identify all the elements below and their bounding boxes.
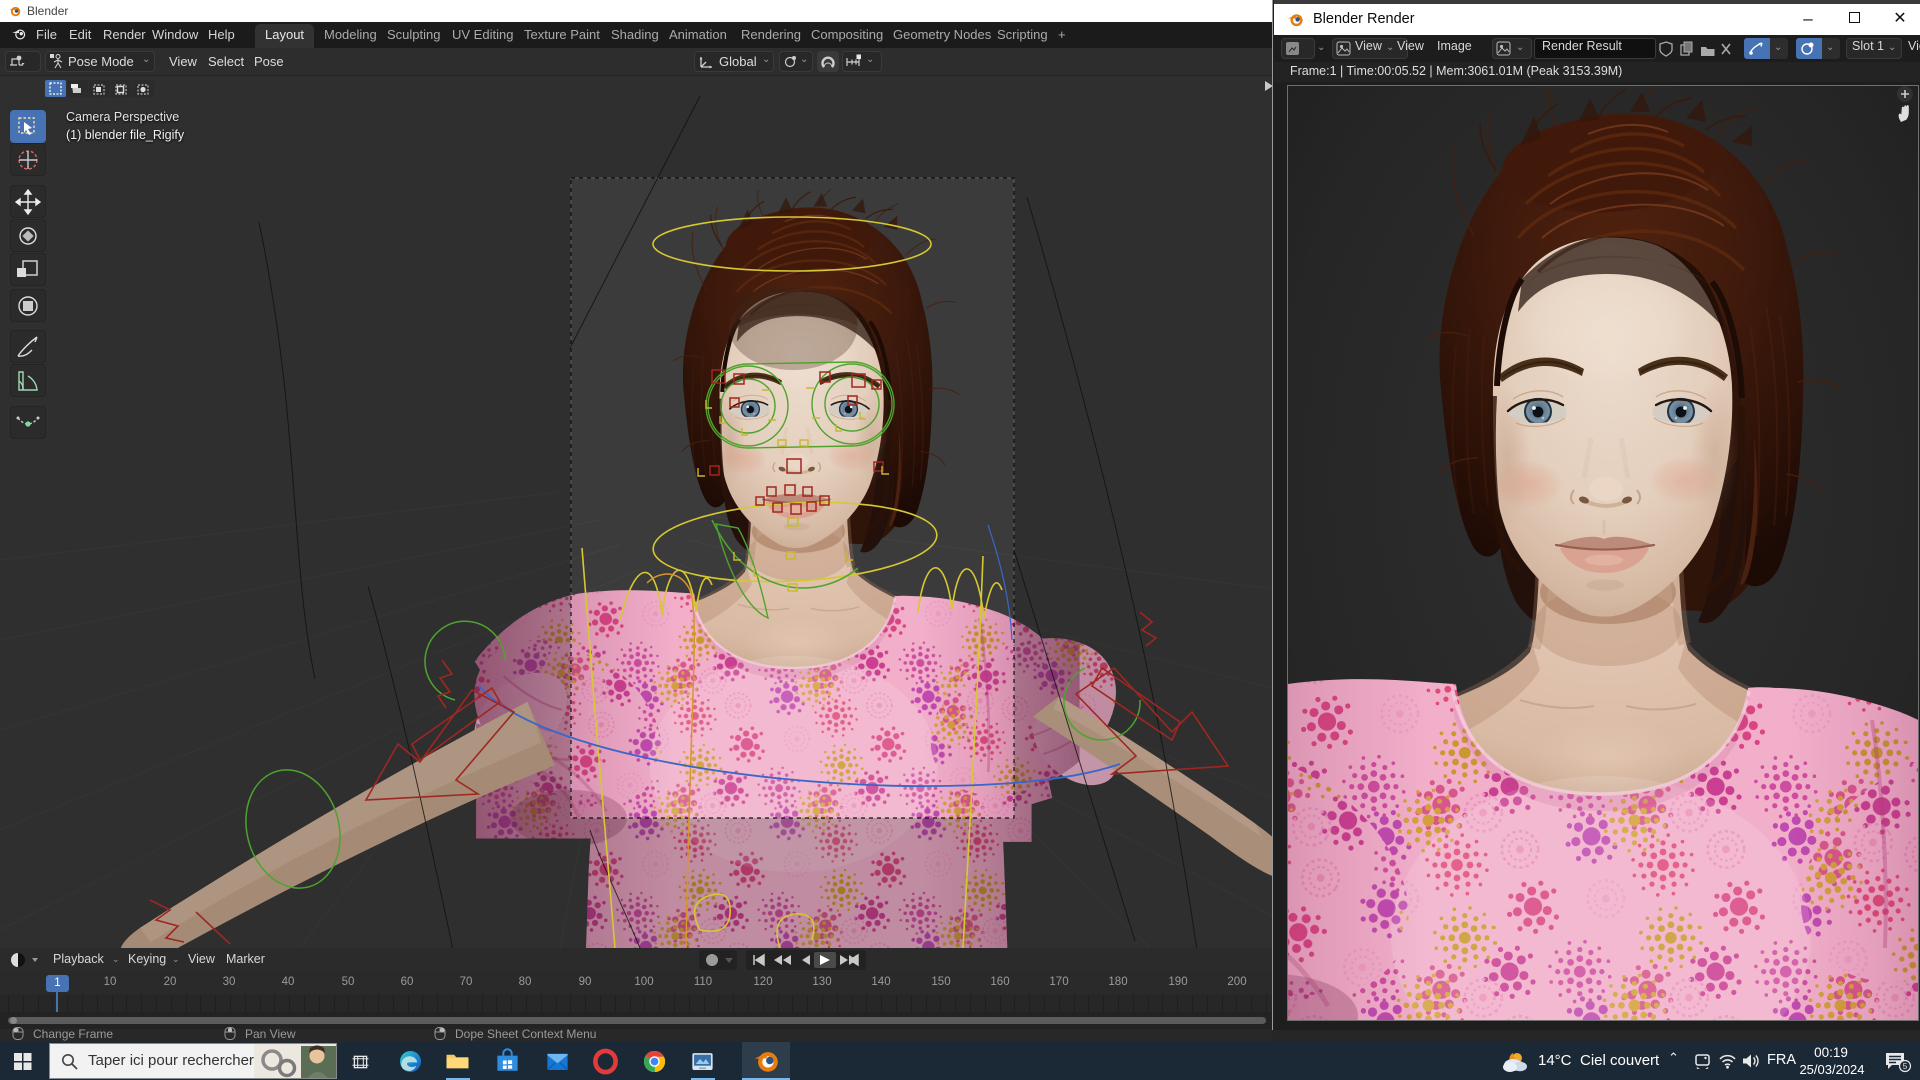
svg-text:5: 5 [1903, 1062, 1908, 1071]
